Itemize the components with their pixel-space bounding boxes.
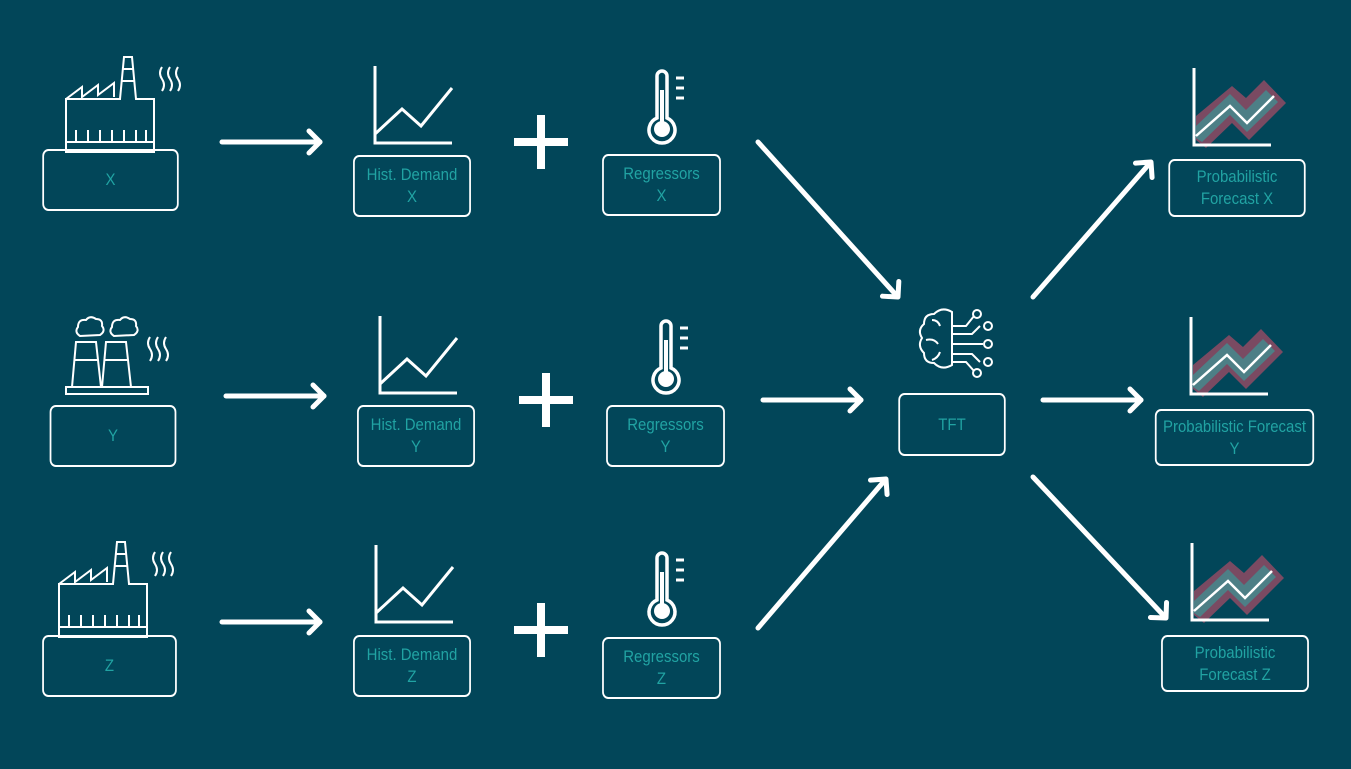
thermometer-icon [651, 319, 690, 395]
probabilistic-chart-icon [1190, 541, 1286, 625]
hist-demand-box-y: Hist. Demand Y [357, 405, 475, 467]
forecast-series: Forecast X [1200, 189, 1274, 208]
probabilistic-chart-icon [1189, 315, 1285, 399]
regressors-label: Regressors [627, 415, 704, 434]
regressors-box-y: Regressors Y [606, 405, 725, 467]
arrow [1030, 474, 1168, 620]
line-chart-icon [373, 64, 454, 145]
source-box-y: Y [49, 405, 177, 467]
regressors-box-z: Regressors Z [602, 637, 721, 699]
plus-icon [514, 603, 568, 657]
hist-demand-box-x: Hist. Demand X [353, 155, 471, 217]
regressors-series: Z [656, 669, 667, 688]
hist-demand-series: Y [411, 437, 421, 456]
forecast-box-z: Probabilistic Forecast Z [1161, 635, 1309, 692]
line-chart-icon [378, 314, 459, 395]
power-plant-icon [65, 316, 169, 395]
forecast-label: Probabilistic Forecast [1162, 416, 1306, 436]
thermometer-icon [647, 69, 686, 145]
hist-demand-box-z: Hist. Demand Z [353, 635, 471, 697]
tft-model-box: TFT [898, 393, 1006, 456]
line-chart-icon [374, 543, 455, 624]
brain-circuit-icon [918, 308, 993, 378]
source-box-x: X [42, 149, 179, 211]
regressors-label: Regressors [623, 647, 700, 666]
hist-demand-series: Z [407, 667, 417, 686]
hist-demand-series: X [407, 187, 417, 206]
forecast-box-x: Probabilistic Forecast X [1168, 159, 1306, 217]
regressors-series: X [656, 186, 667, 205]
forecast-series: Y [1229, 438, 1240, 458]
forecast-label: Probabilistic [1196, 167, 1278, 186]
regressors-label: Regressors [623, 164, 700, 183]
hist-demand-label: Hist. Demand [366, 645, 458, 664]
plus-icon [519, 373, 573, 427]
source-box-z: Z [42, 635, 177, 697]
source-label: Z [104, 656, 115, 675]
forecast-box-y: Probabilistic Forecast Y [1154, 409, 1315, 466]
regressors-series: Y [660, 437, 671, 456]
arrow [755, 477, 888, 631]
plus-icon [514, 115, 568, 169]
hist-demand-label: Hist. Demand [366, 165, 458, 184]
factory-icon [65, 56, 181, 153]
probabilistic-chart-icon [1192, 66, 1288, 150]
arrow [755, 139, 900, 299]
thermometer-icon [647, 551, 686, 627]
arrow [1030, 160, 1153, 300]
forecast-series: Forecast Z [1199, 664, 1271, 684]
forecast-label: Probabilistic [1194, 642, 1276, 662]
source-label: X [105, 170, 116, 189]
regressors-box-x: Regressors X [602, 154, 721, 216]
hist-demand-label: Hist. Demand [370, 415, 462, 434]
model-label: TFT [938, 414, 966, 434]
source-label: Y [108, 426, 118, 445]
factory-icon [58, 541, 174, 638]
